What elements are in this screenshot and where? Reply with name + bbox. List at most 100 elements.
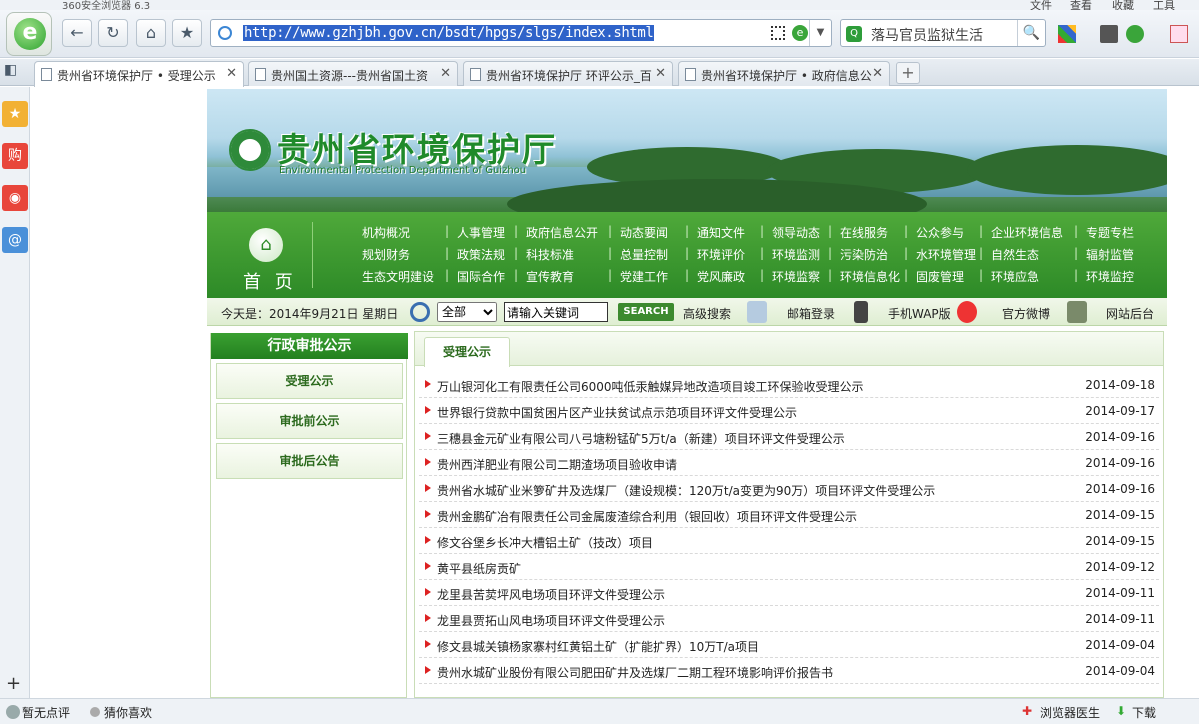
address-url[interactable]: http://www.gzhjbh.gov.cn/bsdt/hpgs/slgs/… (243, 25, 655, 41)
nav-link[interactable]: 宣传教育 (526, 268, 574, 285)
nav-link[interactable]: 环境应急 (991, 268, 1039, 285)
nav-link[interactable]: 动态要闻 (620, 224, 668, 241)
item-title[interactable]: 贵州西洋肥业有限公司二期渣场项目验收申请 (437, 456, 677, 473)
security-shield-icon[interactable] (1126, 25, 1144, 43)
search-box[interactable]: Q 落马官员监狱生活 🔍 (840, 19, 1046, 47)
nav-link[interactable]: 领导动态 (772, 224, 820, 241)
search-button[interactable]: 🔍 (1017, 20, 1045, 46)
nav-link[interactable]: 企业环境信息 (991, 224, 1063, 241)
back-button[interactable]: ← (62, 19, 92, 47)
nav-link[interactable]: 国际合作 (457, 268, 505, 285)
list-item[interactable]: 修文县城关镇杨家寨村红黄铝土矿（扩能扩界）10万T/a项目 2014-09-04 (419, 632, 1159, 658)
list-item[interactable]: 龙里县贾拓山风电场项目环评文件受理公示 2014-09-11 (419, 606, 1159, 632)
nav-link[interactable]: 政策法规 (457, 246, 505, 263)
tab-3[interactable]: 贵州省环境保护厅 环评公示_百 ✕ (463, 61, 673, 86)
nav-link[interactable]: 环境监测 (772, 246, 820, 263)
list-item[interactable]: 黄平县纸房贡矿 2014-09-12 (419, 554, 1159, 580)
search-engine-icon[interactable]: Q (846, 26, 862, 42)
close-icon[interactable]: ✕ (872, 66, 883, 81)
item-title[interactable]: 修文谷堡乡长冲大槽铝土矿（技改）项目 (437, 534, 653, 551)
nav-link[interactable]: 水环境管理 (916, 246, 976, 263)
search-scope-select[interactable]: 全部 (437, 302, 497, 322)
list-item[interactable]: 世界银行贷款中国贫困片区产业扶贫试点示范项目环评文件受理公示 2014-09-17 (419, 398, 1159, 424)
nav-link[interactable]: 通知文件 (697, 224, 745, 241)
nav-link[interactable]: 公众参与 (916, 224, 964, 241)
list-item[interactable]: 万山银河化工有限责任公司6000吨低汞触媒异地改造项目竣工环保验收受理公示 201… (419, 372, 1159, 398)
sidebar-toggle-icon[interactable]: ◧ (4, 62, 26, 82)
list-item[interactable]: 龙里县苦荬坪风电场项目环评文件受理公示 2014-09-11 (419, 580, 1159, 606)
address-bar[interactable]: http://www.gzhjbh.gov.cn/bsdt/hpgs/slgs/… (210, 19, 832, 47)
list-item[interactable]: 贵州西洋肥业有限公司二期渣场项目验收申请 2014-09-16 (419, 450, 1159, 476)
nav-link[interactable]: 政府信息公开 (526, 224, 598, 241)
item-title[interactable]: 贵州金鹏矿冶有限责任公司金属废渣综合利用（银回收）项目环评文件受理公示 (437, 508, 857, 525)
menu-item-pre-approval[interactable]: 审批前公示 (216, 403, 403, 439)
item-title[interactable]: 万山银河化工有限责任公司6000吨低汞触媒异地改造项目竣工环保验收受理公示 (437, 378, 864, 395)
item-title[interactable]: 贵州省水城矿业米箩矿井及选煤厂（建设规模：120万t/a变更为90万）项目环评文… (437, 482, 935, 499)
list-item[interactable]: 修文谷堡乡长冲大槽铝土矿（技改）项目 2014-09-15 (419, 528, 1159, 554)
status-recommend[interactable]: 猜你喜欢 (104, 704, 152, 721)
add-sidebar-icon[interactable]: + (6, 673, 21, 694)
shopping-icon[interactable]: 购 (2, 143, 28, 169)
nav-link[interactable]: 机构概况 (362, 224, 410, 241)
nav-link[interactable]: 科技标准 (526, 246, 574, 263)
font-size-icon[interactable] (1170, 25, 1188, 43)
item-title[interactable]: 三穗县金元矿业有限公司八弓塘粉锰矿5万t/a（新建）项目环评文件受理公示 (437, 430, 845, 447)
nav-link[interactable]: 生态文明建设 (362, 268, 434, 285)
nav-link[interactable]: 人事管理 (457, 224, 505, 241)
apps-grid-icon[interactable] (1058, 25, 1076, 43)
list-item[interactable]: 贵州金鹏矿冶有限责任公司金属废渣综合利用（银回收）项目环评文件受理公示 2014-… (419, 502, 1159, 528)
item-title[interactable]: 世界银行贷款中国贫困片区产业扶贫试点示范项目环评文件受理公示 (437, 404, 797, 421)
nav-link[interactable]: 辐射监管 (1086, 246, 1134, 263)
close-icon[interactable]: ✕ (440, 66, 451, 81)
home-button[interactable]: ⌂ (136, 19, 166, 47)
tab-2[interactable]: 贵州国土资源---贵州省国土资 ✕ (248, 61, 458, 86)
menu-item-acceptance[interactable]: 受理公示 (216, 363, 403, 399)
admin-link[interactable]: 网站后台 (1106, 305, 1154, 322)
email-login-link[interactable]: 邮箱登录 (787, 305, 835, 322)
list-item[interactable]: 贵州省水城矿业米箩矿井及选煤厂（建设规模：120万t/a变更为90万）项目环评文… (419, 476, 1159, 502)
wap-link[interactable]: 手机WAP版 (888, 305, 951, 322)
status-comments[interactable]: 暂无点评 (22, 704, 70, 721)
download-link[interactable]: 下载 (1132, 704, 1156, 721)
keyword-input[interactable] (504, 302, 608, 322)
advanced-search-link[interactable]: 高级搜索 (683, 305, 731, 322)
menu-item-post-approval[interactable]: 审批后公告 (216, 443, 403, 479)
search-input[interactable]: 落马官员监狱生活 (871, 25, 983, 45)
site-search-button[interactable]: SEARCH (618, 303, 674, 321)
new-tab-button[interactable]: + (896, 62, 920, 84)
close-icon[interactable]: ✕ (226, 66, 237, 81)
browser-logo-icon[interactable]: e (6, 12, 52, 56)
official-weibo-link[interactable]: 官方微博 (1002, 305, 1050, 322)
item-title[interactable]: 龙里县贾拓山风电场项目环评文件受理公示 (437, 612, 665, 629)
tab-acceptance[interactable]: 受理公示 (424, 337, 510, 367)
nav-link[interactable]: 环境监控 (1086, 268, 1134, 285)
qrcode-icon[interactable] (771, 26, 785, 40)
weibo-icon[interactable]: ◉ (2, 185, 28, 211)
item-title[interactable]: 黄平县纸房贡矿 (437, 560, 521, 577)
nav-link[interactable]: 党风廉政 (697, 268, 745, 285)
list-item[interactable]: 贵州水城矿业股份有限公司肥田矿井及选煤厂二期工程环境影响评价报告书 2014-09… (419, 658, 1159, 684)
address-dropdown-button[interactable]: ▼ (809, 20, 831, 46)
list-item[interactable]: 三穗县金元矿业有限公司八弓塘粉锰矿5万t/a（新建）项目环评文件受理公示 2014… (419, 424, 1159, 450)
media-play-icon[interactable] (1100, 25, 1118, 43)
tab-1[interactable]: 贵州省环境保护厅 • 受理公示 ✕ (34, 61, 244, 87)
item-title[interactable]: 龙里县苦荬坪风电场项目环评文件受理公示 (437, 586, 665, 603)
refresh-button[interactable]: ↻ (98, 19, 128, 47)
nav-link[interactable]: 总量控制 (620, 246, 668, 263)
close-icon[interactable]: ✕ (655, 66, 666, 81)
mail-icon[interactable]: @ (2, 227, 28, 253)
nav-link[interactable]: 固废管理 (916, 268, 964, 285)
nav-link[interactable]: 在线服务 (840, 224, 888, 241)
nav-link[interactable]: 规划财务 (362, 246, 410, 263)
tab-4[interactable]: 贵州省环境保护厅 • 政府信息公 ✕ (678, 61, 890, 86)
nav-link[interactable]: 污染防治 (840, 246, 888, 263)
nav-link[interactable]: 环境信息化 (840, 268, 900, 285)
ie-mode-icon[interactable]: e (792, 25, 808, 41)
item-title[interactable]: 贵州水城矿业股份有限公司肥田矿井及选煤厂二期工程环境影响评价报告书 (437, 664, 833, 681)
favorites-star-icon[interactable]: ★ (2, 101, 28, 127)
nav-link[interactable]: 专题专栏 (1086, 224, 1134, 241)
item-title[interactable]: 修文县城关镇杨家寨村红黄铝土矿（扩能扩界）10万T/a项目 (437, 638, 759, 655)
nav-link[interactable]: 环境评价 (697, 246, 745, 263)
nav-link[interactable]: 党建工作 (620, 268, 668, 285)
favorite-star-button[interactable]: ★ (172, 19, 202, 47)
